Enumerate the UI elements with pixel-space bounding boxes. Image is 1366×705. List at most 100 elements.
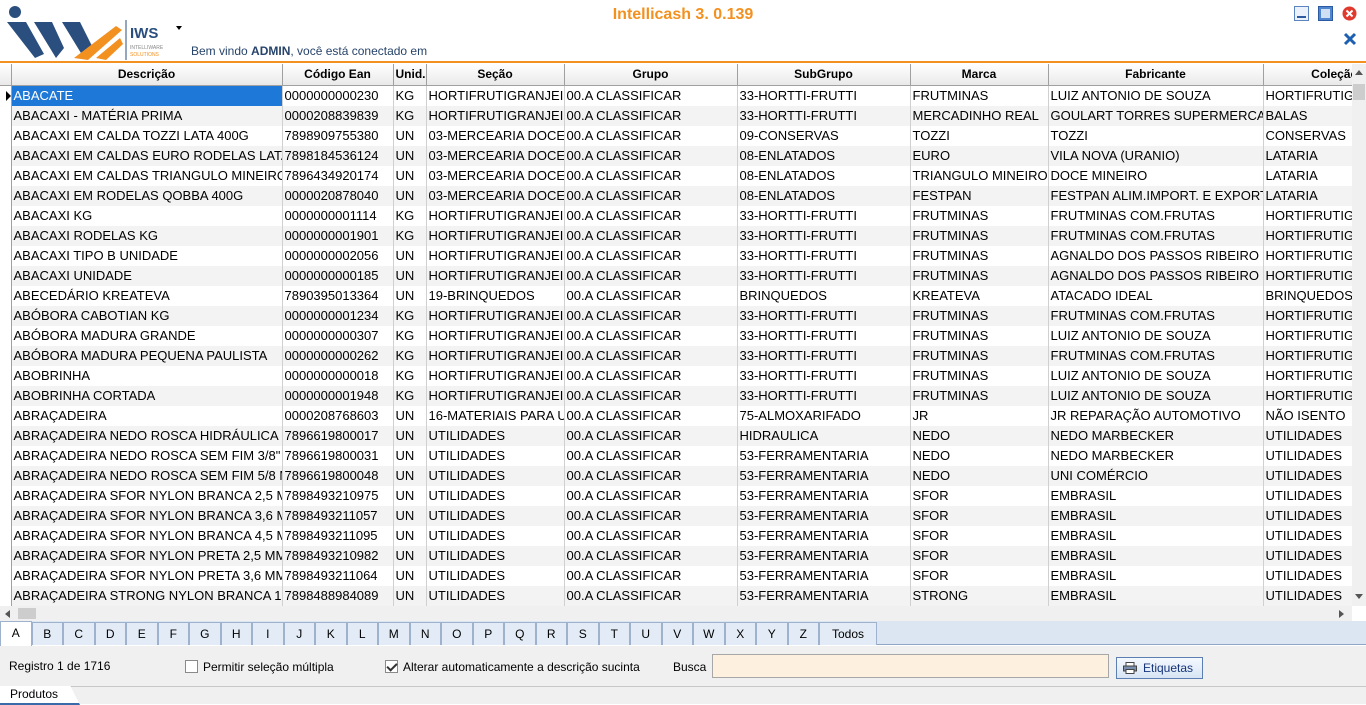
table-cell[interactable]: FRUTMINAS <box>910 385 1049 406</box>
table-cell[interactable]: SFOR <box>910 485 1049 506</box>
tab-u[interactable]: U <box>630 622 662 645</box>
horizontal-scrollbar[interactable] <box>0 606 1352 621</box>
table-cell[interactable]: TOZZI <box>1048 125 1264 146</box>
table-cell[interactable]: ABRAÇADEIRA SFOR NYLON PRETA 3,6 MM <box>11 565 283 586</box>
table-cell[interactable]: ABACAXI EM CALDAS TRIANGULO MINEIRO <box>11 165 283 186</box>
table-cell[interactable]: ABÓBORA MADURA GRANDE <box>11 325 283 346</box>
tab-c[interactable]: C <box>63 622 95 645</box>
table-cell[interactable]: UN <box>393 525 427 546</box>
table-cell[interactable]: NEDO MARBECKER <box>1048 425 1264 446</box>
table-cell[interactable]: 0000000000262 <box>282 345 394 366</box>
table-cell[interactable]: 7898493211057 <box>282 505 394 526</box>
table-cell[interactable]: ABRAÇADEIRA SFOR NYLON BRANCA 3,6 MM <box>11 505 283 526</box>
table-cell[interactable]: LUIZ ANTONIO DE SOUZA <box>1048 85 1264 106</box>
table-cell[interactable]: 33-HORTTI-FRUTTI <box>737 365 911 386</box>
table-cell[interactable]: UTILIDADES <box>426 425 565 446</box>
table-cell[interactable]: UN <box>393 285 427 306</box>
table-cell[interactable]: UTILIDADES <box>426 445 565 466</box>
table-cell[interactable]: 53-FERRAMENTARIA <box>737 585 911 606</box>
table-cell[interactable]: 00.A CLASSIFICAR <box>564 405 738 426</box>
table-cell[interactable]: FRUTMINAS <box>910 225 1049 246</box>
column-header[interactable]: Seção <box>426 64 565 86</box>
table-row[interactable]: ABACAXI EM RODELAS QOBBA 400G 00000208780… <box>0 185 1352 206</box>
table-cell[interactable]: FRUTMINAS <box>910 265 1049 286</box>
tab-t[interactable]: T <box>598 622 630 645</box>
table-cell[interactable]: 00.A CLASSIFICAR <box>564 585 738 606</box>
table-cell[interactable]: UN <box>393 405 427 426</box>
table-cell[interactable]: FRUTMINAS COM.FRUTAS <box>1048 205 1264 226</box>
table-row[interactable]: ABACAXI - MATÉRIA PRIMA 0000208839839 KG HO… <box>0 105 1352 126</box>
table-cell[interactable]: 00.A CLASSIFICAR <box>564 385 738 406</box>
table-cell[interactable]: ATACADO IDEAL <box>1048 285 1264 306</box>
table-cell[interactable]: UN <box>393 125 427 146</box>
tab-e[interactable]: E <box>126 622 158 645</box>
table-cell[interactable]: 53-FERRAMENTARIA <box>737 525 911 546</box>
table-cell[interactable]: ABRAÇADEIRA <box>11 405 283 426</box>
table-cell[interactable]: 0000000000307 <box>282 325 394 346</box>
close-tab-icon[interactable] <box>1342 31 1358 47</box>
table-cell[interactable]: UN <box>393 485 427 506</box>
table-cell[interactable]: NEDO <box>910 425 1049 446</box>
table-cell[interactable]: 7898493211064 <box>282 565 394 586</box>
table-cell[interactable]: 00.A CLASSIFICAR <box>564 265 738 286</box>
table-cell[interactable]: 00.A CLASSIFICAR <box>564 185 738 206</box>
table-cell[interactable]: FRUTMINAS <box>910 245 1049 266</box>
tab-z[interactable]: Z <box>787 622 819 645</box>
table-cell[interactable]: NEDO <box>910 465 1049 486</box>
table-cell[interactable]: ABOBRINHA <box>11 365 283 386</box>
table-cell[interactable]: HORTIFRUTIGRANJEIRO <box>1263 265 1352 286</box>
table-cell[interactable]: 00.A CLASSIFICAR <box>564 545 738 566</box>
table-cell[interactable]: KG <box>393 345 427 366</box>
table-cell[interactable]: 00.A CLASSIFICAR <box>564 445 738 466</box>
table-cell[interactable]: ABACAXI - MATÉRIA PRIMA <box>11 105 283 126</box>
search-input[interactable] <box>712 654 1109 678</box>
etiquetas-button[interactable]: Etiquetas <box>1116 657 1203 679</box>
table-cell[interactable]: BRINQUEDOS <box>737 285 911 306</box>
table-cell[interactable]: 03-MERCEARIA DOCE <box>426 165 565 186</box>
table-cell[interactable]: 00.A CLASSIFICAR <box>564 485 738 506</box>
tab-j[interactable]: J <box>283 622 315 645</box>
table-cell[interactable]: KG <box>393 305 427 326</box>
table-row[interactable]: ABRAÇADEIRA NEDO ROSCA SEM FIM 3/8" 78966… <box>0 445 1352 466</box>
table-cell[interactable]: 00.A CLASSIFICAR <box>564 205 738 226</box>
table-cell[interactable]: NÃO ISENTO <box>1263 405 1352 426</box>
vertical-scroll-thumb[interactable] <box>1353 84 1365 100</box>
table-cell[interactable]: 09-CONSERVAS <box>737 125 911 146</box>
table-cell[interactable]: UN <box>393 185 427 206</box>
table-cell[interactable]: 03-MERCEARIA DOCE <box>426 185 565 206</box>
table-cell[interactable]: ABACAXI EM CALDAS EURO RODELAS LATA <box>11 145 283 166</box>
table-cell[interactable]: 53-FERRAMENTARIA <box>737 485 911 506</box>
table-row[interactable]: ABACAXI UNIDADE 0000000000185 UN HORTIFRUTI… <box>0 265 1352 286</box>
table-cell[interactable]: 00.A CLASSIFICAR <box>564 325 738 346</box>
table-cell[interactable]: 33-HORTTI-FRUTTI <box>737 225 911 246</box>
table-cell[interactable]: UTILIDADES <box>1263 585 1352 606</box>
table-cell[interactable]: UN <box>393 465 427 486</box>
table-cell[interactable]: UN <box>393 145 427 166</box>
table-cell[interactable]: 0000020878040 <box>282 185 394 206</box>
table-cell[interactable]: HORTIFRUTIGRANJEIRO <box>1263 325 1352 346</box>
table-cell[interactable]: 7896619800048 <box>282 465 394 486</box>
scroll-up-icon[interactable] <box>1355 70 1363 75</box>
table-cell[interactable]: MERCADINHO REAL <box>910 105 1049 126</box>
table-row[interactable]: ABRAÇADEIRA SFOR NYLON PRETA 2,5 MM 78984… <box>0 545 1352 566</box>
table-cell[interactable]: ABACAXI RODELAS KG <box>11 225 283 246</box>
table-cell[interactable]: FRUTMINAS <box>910 85 1049 106</box>
column-header[interactable]: Fabricante <box>1048 64 1264 86</box>
table-cell[interactable]: JR REPARAÇÃO AUTOMOTIVO <box>1048 405 1264 426</box>
table-cell[interactable]: NEDO MARBECKER <box>1048 445 1264 466</box>
table-cell[interactable]: HORTIFRUTIGRANJEIRO <box>1263 385 1352 406</box>
table-cell[interactable]: ABECEDÁRIO KREATEVA <box>11 285 283 306</box>
table-cell[interactable]: 53-FERRAMENTARIA <box>737 445 911 466</box>
table-cell[interactable]: HORTIFRUTIGRANJEIRO <box>426 245 565 266</box>
table-cell[interactable]: ABRAÇADEIRA STRONG NYLON BRANCA 1 <box>11 585 283 606</box>
table-cell[interactable]: 00.A CLASSIFICAR <box>564 305 738 326</box>
table-cell[interactable]: UN <box>393 565 427 586</box>
table-cell[interactable]: KG <box>393 205 427 226</box>
table-cell[interactable]: DOCE MINEIRO <box>1048 165 1264 186</box>
table-cell[interactable]: 00.A CLASSIFICAR <box>564 525 738 546</box>
table-cell[interactable]: FRUTMINAS <box>910 365 1049 386</box>
table-cell[interactable]: 00.A CLASSIFICAR <box>564 165 738 186</box>
table-cell[interactable]: UTILIDADES <box>426 525 565 546</box>
column-header[interactable]: SubGrupo <box>737 64 911 86</box>
tab-f[interactable]: F <box>157 622 189 645</box>
